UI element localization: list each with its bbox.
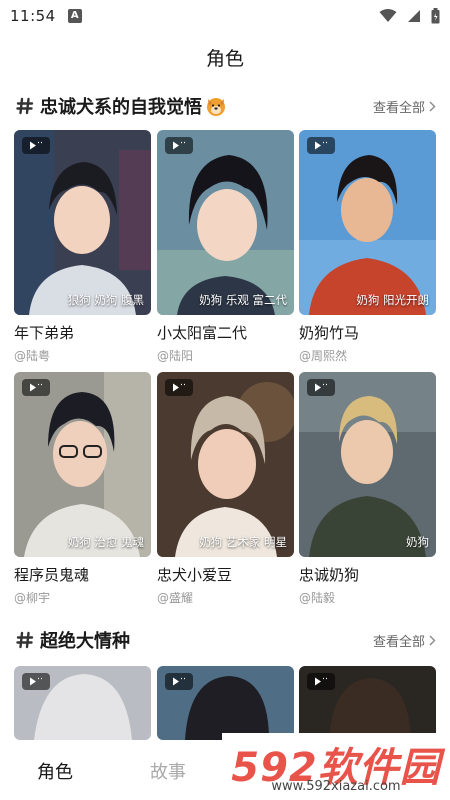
voice-badge	[22, 673, 50, 690]
wifi-icon	[379, 9, 397, 22]
watermark-url: www.592xiazai.com	[271, 779, 401, 794]
voice-badge	[22, 137, 50, 154]
play-icon	[315, 677, 327, 686]
watermark: 592软件园 www.592xiazai.com	[222, 733, 450, 800]
character-card[interactable]	[157, 666, 294, 740]
voice-badge	[307, 137, 335, 154]
character-card[interactable]: 奶狗 艺术家 明星 忠犬小爱豆 @盛耀	[157, 372, 294, 606]
character-tags: 狼狗 奶狗 腹黑	[67, 293, 144, 307]
view-all-button[interactable]: 查看全部	[373, 631, 436, 650]
voice-badge	[165, 673, 193, 690]
character-author: @柳宇	[14, 591, 51, 605]
character-tags: 奶狗 艺术家 明星	[199, 535, 287, 549]
status-bar: 11:54 A	[0, 0, 450, 32]
character-portrait: 奶狗 乐观 富二代	[157, 130, 294, 315]
character-author: @盛耀	[157, 591, 194, 605]
character-name: 程序员鬼魂	[14, 566, 90, 584]
character-portrait: 狼狗 奶狗 腹黑	[14, 130, 151, 315]
character-author: @陆毅	[299, 591, 336, 605]
character-portrait	[14, 666, 151, 740]
signal-icon	[408, 10, 420, 22]
character-card[interactable]	[299, 666, 436, 740]
play-icon	[30, 141, 42, 150]
character-portrait: 奶狗 治愈 鬼魂	[14, 372, 151, 557]
status-time: 11:54	[10, 7, 56, 25]
nav-tab-stories[interactable]: 故事	[150, 758, 186, 784]
hashtag-icon	[16, 631, 34, 649]
character-card[interactable]	[14, 666, 151, 740]
character-portrait: 奶狗 艺术家 明星	[157, 372, 294, 557]
play-icon	[30, 383, 42, 392]
character-name: 忠犬小爱豆	[157, 566, 233, 584]
view-all-label: 查看全部	[372, 100, 425, 116]
play-icon	[173, 383, 185, 392]
voice-badge	[165, 137, 193, 154]
section-loyal-dog: 忠诚犬系的自我觉悟 查看全部 狼狗 奶狗 腹黑 年下弟弟 @陆粤 奶狗 乐观 富…	[0, 92, 450, 605]
character-author: @周熙然	[299, 349, 348, 363]
character-name: 忠诚奶狗	[299, 566, 360, 584]
view-all-label: 查看全部	[372, 634, 425, 650]
voice-badge	[307, 673, 335, 690]
character-tags: 奶狗 治愈 鬼魂	[67, 535, 144, 549]
battery-icon	[431, 8, 440, 24]
play-icon	[315, 141, 327, 150]
character-card[interactable]: 狼狗 奶狗 腹黑 年下弟弟 @陆粤	[14, 130, 151, 364]
section-header: 超绝大情种 查看全部	[0, 626, 450, 654]
character-card[interactable]: 奶狗 治愈 鬼魂 程序员鬼魂 @柳宇	[14, 372, 151, 606]
play-icon	[173, 677, 185, 686]
section-title: 忠诚犬系的自我觉悟	[40, 97, 202, 118]
character-author: @陆粤	[14, 349, 51, 363]
character-tags: 奶狗 阳光开朗	[356, 293, 429, 307]
character-card[interactable]: 奶狗 忠诚奶狗 @陆毅	[299, 372, 436, 606]
play-icon	[30, 677, 42, 686]
play-icon	[315, 383, 327, 392]
hashtag-icon	[16, 97, 34, 115]
section-title: 超绝大情种	[40, 631, 130, 652]
voice-badge	[22, 379, 50, 396]
voice-badge	[165, 379, 193, 396]
voice-badge	[307, 379, 335, 396]
nav-tab-characters[interactable]: 角色	[37, 758, 73, 784]
character-author: @陆阳	[157, 349, 194, 363]
character-card[interactable]: 奶狗 乐观 富二代 小太阳富二代 @陆阳	[157, 130, 294, 364]
notification-icon: A	[67, 9, 82, 23]
chevron-right-icon	[429, 635, 436, 645]
character-name: 小太阳富二代	[157, 324, 248, 342]
section-header: 忠诚犬系的自我觉悟 查看全部	[0, 92, 450, 120]
dog-face-icon	[207, 98, 225, 116]
chevron-right-icon	[429, 101, 436, 111]
character-name: 奶狗竹马	[299, 324, 360, 342]
character-portrait	[299, 666, 436, 740]
character-tags: 奶狗	[406, 535, 429, 549]
character-portrait: 奶狗 阳光开朗	[299, 130, 436, 315]
character-card[interactable]: 奶狗 阳光开朗 奶狗竹马 @周熙然	[299, 130, 436, 364]
section-romantic: 超绝大情种 查看全部	[0, 626, 450, 740]
character-portrait	[157, 666, 294, 740]
page-title: 角色	[205, 48, 244, 70]
character-name: 年下弟弟	[14, 324, 75, 342]
play-icon	[173, 141, 185, 150]
character-portrait: 奶狗	[299, 372, 436, 557]
view-all-button[interactable]: 查看全部	[373, 97, 436, 116]
character-tags: 奶狗 乐观 富二代	[199, 293, 287, 307]
